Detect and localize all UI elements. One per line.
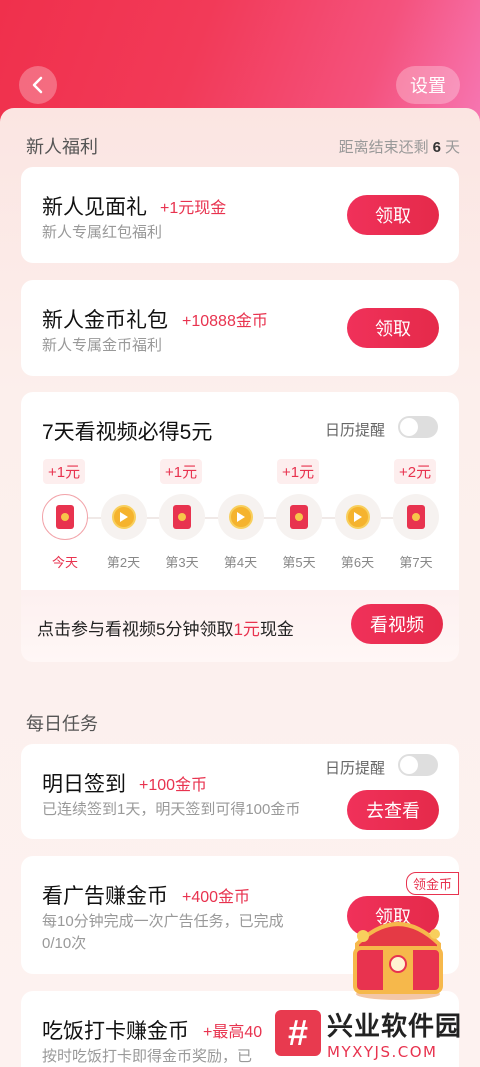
day-reward-badge: +1元 xyxy=(277,459,320,484)
red-envelope-icon xyxy=(290,505,308,529)
day-node xyxy=(334,494,381,540)
day-label: 今天 xyxy=(51,555,78,570)
red-envelope-icon xyxy=(173,505,191,529)
day-reward-badge: +1元 xyxy=(43,459,86,484)
back-button[interactable] xyxy=(19,66,57,104)
checkin-subtitle: 已连续签到1天，明天签到可得100金币 xyxy=(42,801,301,818)
day-label: 第7天 xyxy=(399,555,433,570)
red-envelope-icon xyxy=(407,505,425,529)
settings-button[interactable]: 设置 xyxy=(396,66,460,104)
meal-title: 吃饭打卡赚金币 xyxy=(42,1020,189,1043)
red-envelope-icon xyxy=(56,505,74,529)
calendar-reminder-toggle[interactable] xyxy=(398,416,438,438)
treasure-chest-icon[interactable] xyxy=(343,896,453,1001)
day-reward-badge: +2元 xyxy=(394,459,437,484)
get-coins-tag: 领金币 xyxy=(405,872,459,895)
day-node xyxy=(159,494,205,540)
checkin-card: 明日签到 +100金币 日历提醒 已连续签到1天，明天签到可得100金币 去查看 xyxy=(21,744,459,839)
calendar-reminder-label: 日历提醒 xyxy=(325,422,386,439)
video-7day-card: 7天看视频必得5元 日历提醒 +1元今天 第2天 +1元第3天 第4天 +1元第5天 第6… xyxy=(21,392,459,662)
watch-text-suffix: 现金 xyxy=(259,620,294,639)
day-node xyxy=(217,494,264,540)
watch-text-prefix: 点击参与看视频5分钟领取 xyxy=(37,620,234,639)
checkin-title: 明日签到 xyxy=(42,773,126,796)
day-node xyxy=(42,494,88,540)
checkin-reward: +100金币 xyxy=(139,777,208,794)
day-label: 第3天 xyxy=(165,555,199,570)
newbie-coin-card: 新人金币礼包 +10888金币 新人专属金币福利 领取 xyxy=(21,280,459,376)
day-node xyxy=(393,494,439,540)
claim-coin-pack-button[interactable]: 领取 xyxy=(347,308,439,348)
countdown: 距离结束还剩 6 天 xyxy=(339,136,460,157)
watermark-logo: # 兴业软件园 MYXYJS.COM xyxy=(275,1003,475,1063)
checkin-reminder-label: 日历提醒 xyxy=(325,760,386,777)
claim-gift-button[interactable]: 领取 xyxy=(347,195,439,235)
coin-pack-subtitle: 新人专属金币福利 xyxy=(42,337,163,354)
meal-subtitle: 按时吃饭打卡即得金币奖励，已 xyxy=(42,1048,253,1065)
ads-subtitle-line2: 0/10次 xyxy=(42,935,87,952)
countdown-value: 6 xyxy=(432,139,441,156)
meal-reward: +最高40 xyxy=(203,1024,263,1041)
day-label: 第5天 xyxy=(282,555,316,570)
video-7day-title: 7天看视频必得5元 xyxy=(42,421,213,444)
coin-icon xyxy=(111,505,136,529)
coin-icon xyxy=(228,505,253,529)
day-reward-badge: +1元 xyxy=(160,459,203,484)
gift-reward: +1元现金 xyxy=(160,200,227,217)
checkin-view-button[interactable]: 去查看 xyxy=(347,790,439,830)
checkin-reminder-toggle[interactable] xyxy=(398,754,438,776)
countdown-suffix: 天 xyxy=(444,139,460,156)
gift-subtitle: 新人专属红包福利 xyxy=(42,224,163,241)
chevron-left-icon xyxy=(32,76,43,94)
day-label: 第4天 xyxy=(223,555,258,570)
newbie-section-title: 新人福利 xyxy=(26,137,98,157)
day-label: 第2天 xyxy=(106,555,141,570)
day-node xyxy=(276,494,322,540)
watermark-brand-cn: 兴业软件园 xyxy=(327,1010,463,1041)
hash-logo-icon: # xyxy=(275,1010,321,1056)
coin-icon xyxy=(345,505,370,529)
newbie-gift-card: 新人见面礼 +1元现金 新人专属红包福利 领取 xyxy=(21,167,459,263)
watch-text-amount: 1元 xyxy=(233,620,260,639)
ads-subtitle-line1: 每10分钟完成一次广告任务，已完成 xyxy=(42,913,284,930)
watch-instruction: 点击参与看视频5分钟领取1元现金 xyxy=(37,615,294,640)
watermark-texts: 兴业软件园 MYXYJS.COM xyxy=(327,1006,462,1061)
ads-reward: +400金币 xyxy=(182,889,251,906)
countdown-prefix: 距离结束还剩 xyxy=(338,139,429,156)
coin-pack-title: 新人金币礼包 xyxy=(42,309,168,332)
watermark-brand-en: MYXYJS.COM xyxy=(327,1042,438,1061)
day-node xyxy=(100,494,147,540)
day-label: 第6天 xyxy=(340,555,375,570)
ads-title: 看广告赚金币 xyxy=(42,885,168,908)
watch-video-button[interactable]: 看视频 xyxy=(351,604,443,644)
watch-strip: 点击参与看视频5分钟领取1元现金 看视频 xyxy=(21,590,459,662)
daily-section-title: 每日任务 xyxy=(26,714,98,734)
gift-title: 新人见面礼 xyxy=(42,196,147,219)
coin-pack-reward: +10888金币 xyxy=(182,313,268,330)
